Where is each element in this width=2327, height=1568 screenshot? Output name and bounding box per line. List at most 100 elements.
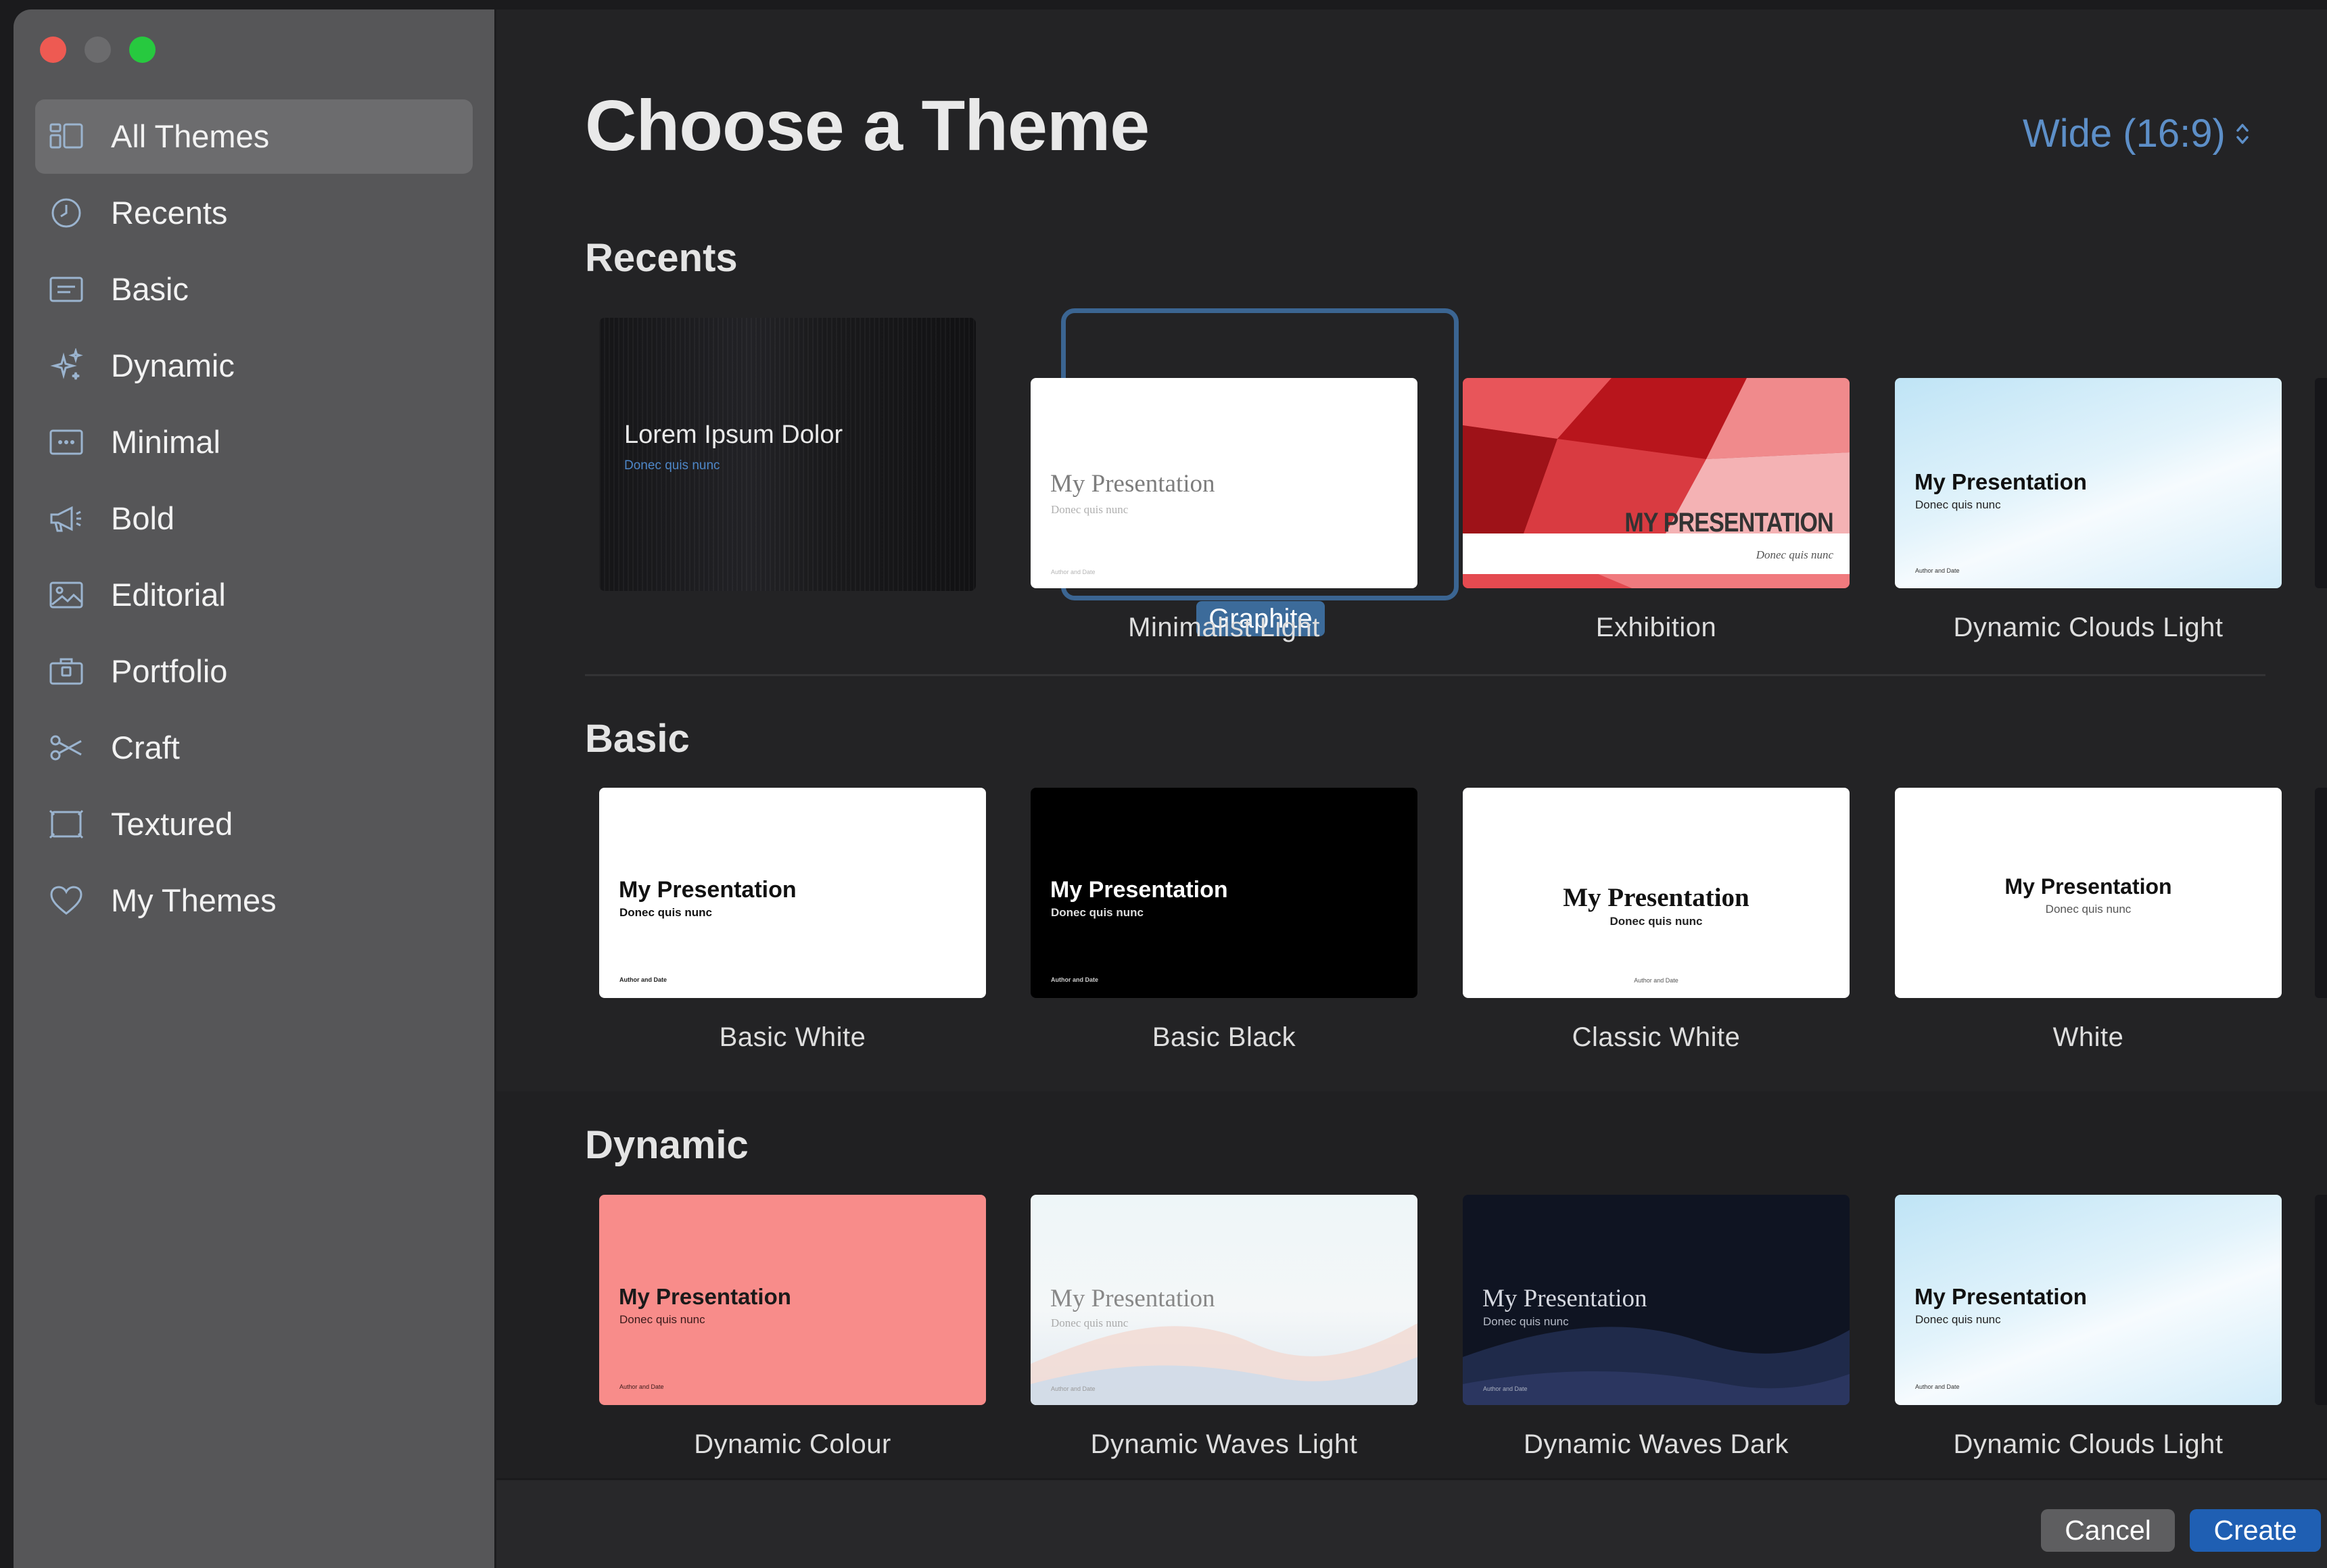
create-button[interactable]: Create (2190, 1509, 2321, 1552)
sidebar-item-all-themes[interactable]: All Themes (35, 99, 473, 174)
thumb-footer: Author and Date (1915, 1383, 1960, 1390)
section-title-recents: Recents (585, 236, 738, 280)
sidebar-item-label: All Themes (111, 118, 270, 154)
thumb-footer: Author and Date (1051, 976, 1099, 983)
sidebar: All Themes Recents Basic Dynamic Minimal (14, 9, 496, 1568)
slide-size-select[interactable]: Wide (16:9) (2023, 111, 2250, 156)
theme-name-dynamic-waves-dark: Dynamic Waves Dark (1523, 1429, 1789, 1459)
graphite-texture (599, 318, 976, 591)
theme-card-classic-white[interactable]: My Presentation Donec quis nunc Author a… (1463, 788, 1850, 998)
sidebar-item-textured[interactable]: Textured (35, 787, 473, 861)
dialog-footer: Cancel Create (496, 1478, 2327, 1568)
section-divider (585, 674, 2265, 676)
theme-card-dynamic-waves-dark[interactable]: My Presentation Donec quis nunc Author a… (1463, 1195, 1850, 1405)
thumb-title: My Presentation (1050, 470, 1215, 498)
theme-card-white[interactable]: My Presentation Donec quis nunc (1895, 788, 2282, 998)
thumb-subtitle: Donec quis nunc (1051, 1316, 1129, 1329)
sidebar-item-label: Recents (111, 195, 228, 231)
thumb-footer: Author and Date (1634, 977, 1678, 984)
clock-icon (51, 198, 81, 228)
theme-card-dynamic-colour[interactable]: My Presentation Donec quis nunc Author a… (599, 1195, 986, 1405)
thumb-footer: Author and Date (1915, 567, 1960, 574)
thumb-title: My Presentation (1914, 469, 2087, 494)
thumb-subtitle: Donec quis nunc (1051, 906, 1144, 919)
sidebar-item-label: Craft (111, 730, 180, 765)
page-title: Choose a Theme (585, 86, 1150, 166)
theme-card-partial[interactable] (2315, 788, 2327, 998)
theme-card-exhibition[interactable]: MY PRESENTATION Donec quis nunc (1463, 378, 1850, 588)
sidebar-item-recents[interactable]: Recents (35, 176, 473, 250)
thumb-subtitle: Donec quis nunc (1915, 498, 2001, 511)
thumb-footer: Author and Date (619, 1383, 664, 1390)
basic-slide-icon (49, 277, 83, 302)
scissors-icon (50, 735, 82, 761)
thumb-subtitle: Donec quis nunc (1915, 1313, 2001, 1326)
thumb-footer: Author and Date (1051, 1385, 1096, 1392)
thumb-subtitle: Donec quis nunc (619, 1313, 705, 1326)
theme-card-dynamic-clouds-light-2[interactable]: My Presentation Donec quis nunc Author a… (1895, 1195, 2282, 1405)
thumb-title: My Presentation (2004, 874, 2172, 899)
theme-name-classic-white: Classic White (1572, 1022, 1741, 1052)
sidebar-item-label: My Themes (111, 882, 277, 918)
sidebar-item-label: Basic (111, 271, 189, 307)
thumb-title: My Presentation (619, 1284, 791, 1309)
sidebar-item-label: Editorial (111, 577, 226, 613)
theme-name-dynamic-colour: Dynamic Colour (694, 1429, 891, 1459)
theme-name-dynamic-clouds-light: Dynamic Clouds Light (1953, 613, 2224, 642)
sidebar-item-bold[interactable]: Bold (35, 481, 473, 556)
theme-name-white: White (2052, 1022, 2124, 1052)
thumb-footer: Author and Date (619, 976, 667, 983)
thumb-title: My Presentation (1482, 1285, 1647, 1312)
sidebar-item-minimal[interactable]: Minimal (35, 405, 473, 479)
cancel-button[interactable]: Cancel (2041, 1509, 2175, 1552)
thumb-subtitle: Donec quis nunc (624, 458, 720, 473)
theme-name-minimalist-light: Minimalist Light (1128, 613, 1320, 642)
thumb-footer: Author and Date (1051, 569, 1096, 575)
heart-icon (50, 886, 83, 915)
thumb-subtitle: Donec quis nunc (1051, 503, 1129, 516)
theme-name-dynamic-clouds-light-2: Dynamic Clouds Light (1953, 1429, 2224, 1459)
theme-card-minimalist-light[interactable]: My Presentation Donec quis nunc Author a… (1031, 378, 1417, 588)
thumb-subtitle: Donec quis nunc (1609, 915, 1703, 928)
sidebar-item-label: Portfolio (111, 653, 228, 689)
megaphone-icon (50, 506, 81, 532)
theme-name-exhibition: Exhibition (1595, 613, 1717, 642)
sidebar-item-label: Textured (111, 806, 233, 842)
thumb-title: My Presentation (1563, 883, 1749, 912)
thumb-title: MY PRESENTATION (1624, 508, 1834, 538)
theme-gallery: Choose a Theme Wide (16:9) Recents Lorem… (496, 9, 2327, 1478)
section-title-dynamic: Dynamic (585, 1123, 749, 1167)
thumb-footer: Author and Date (1483, 1385, 1528, 1392)
theme-card-partial[interactable] (2315, 1195, 2327, 1405)
all-themes-icon (49, 123, 83, 149)
up-down-chevron-icon (2236, 123, 2249, 144)
theme-name-basic-white: Basic White (719, 1022, 866, 1052)
thumb-subtitle: Donec quis nunc (1483, 1315, 1569, 1328)
theme-card-dynamic-clouds-light[interactable]: My Presentation Donec quis nunc Author a… (1895, 378, 2282, 588)
textured-frame-icon (49, 809, 84, 839)
sidebar-item-portfolio[interactable]: Portfolio (35, 634, 473, 709)
sidebar-item-my-themes[interactable]: My Themes (35, 863, 473, 938)
thumb-title: My Presentation (1914, 1284, 2087, 1309)
sidebar-item-label: Dynamic (111, 348, 235, 383)
theme-card-basic-white[interactable]: My Presentation Donec quis nunc Author a… (599, 788, 986, 998)
thumb-title: My Presentation (619, 877, 797, 903)
theme-card-partial[interactable] (2315, 378, 2327, 588)
zoom-window-button[interactable] (129, 37, 156, 63)
theme-name-basic-black: Basic Black (1152, 1022, 1296, 1052)
sidebar-item-craft[interactable]: Craft (35, 711, 473, 785)
sidebar-item-editorial[interactable]: Editorial (35, 558, 473, 632)
sidebar-item-label: Bold (111, 500, 175, 536)
ellipsis-rectangle-icon (49, 429, 83, 455)
theme-chooser-window: All Themes Recents Basic Dynamic Minimal (14, 9, 2327, 1568)
sidebar-item-dynamic[interactable]: Dynamic (35, 329, 473, 403)
sidebar-item-label: Minimal (111, 424, 220, 460)
theme-card-dynamic-waves-light[interactable]: My Presentation Donec quis nunc Author a… (1031, 1195, 1417, 1405)
thumb-subtitle: Donec quis nunc (619, 906, 712, 919)
sidebar-item-basic[interactable]: Basic (35, 252, 473, 327)
close-window-button[interactable] (40, 37, 66, 63)
theme-card-basic-black[interactable]: My Presentation Donec quis nunc Author a… (1031, 788, 1417, 998)
theme-card-graphite[interactable]: Lorem Ipsum Dolor Donec quis nunc (599, 318, 976, 591)
thumb-subtitle: Donec quis nunc (2045, 903, 2132, 916)
minimize-window-button[interactable] (85, 37, 111, 63)
